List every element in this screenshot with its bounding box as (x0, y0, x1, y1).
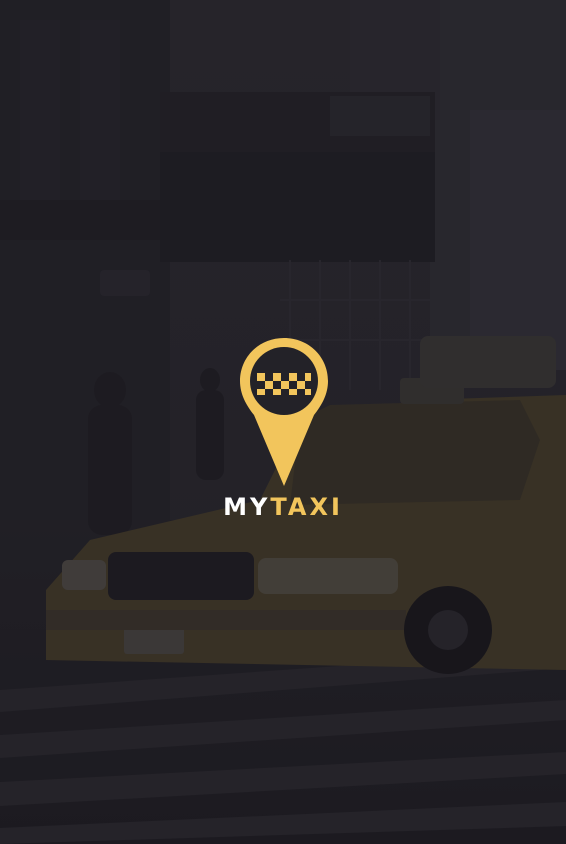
app-name-prefix: MY (223, 493, 271, 521)
location-pin-taxi-icon (240, 338, 328, 486)
app-name-suffix: TAXI (270, 493, 343, 521)
app-logo: MYTAXI (0, 336, 566, 526)
app-name: MYTAXI (0, 492, 566, 522)
splash-screen: MYTAXI (0, 0, 566, 844)
